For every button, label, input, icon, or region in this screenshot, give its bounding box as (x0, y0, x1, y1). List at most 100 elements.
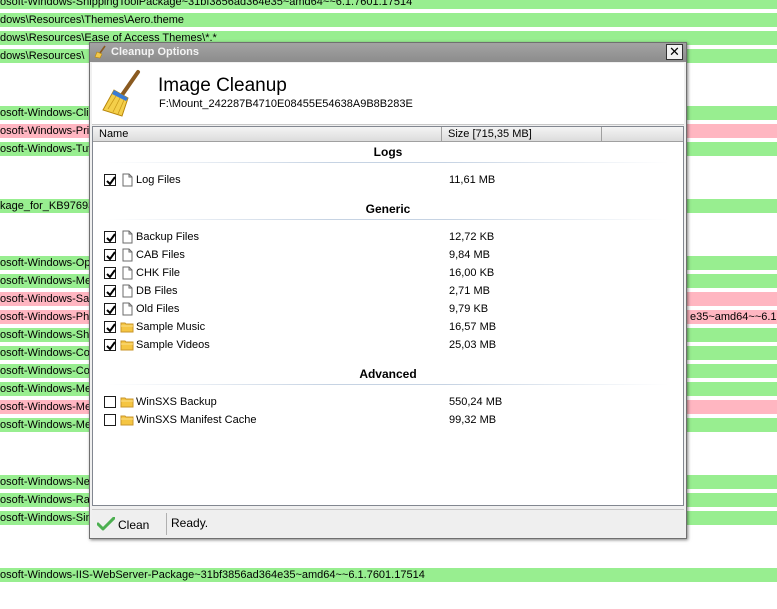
item-label: Log Files (136, 174, 181, 186)
item-checkbox[interactable] (104, 414, 116, 426)
item-checkbox[interactable] (104, 339, 116, 351)
folder-icon (120, 413, 134, 427)
list-item[interactable]: Log Files 11,61 MB (93, 171, 683, 189)
background-row[interactable]: osoft-Windows-IIS-WebServer-Package~31bf… (0, 568, 777, 582)
list-item[interactable]: DB Files 2,71 MB (93, 282, 683, 300)
group-divider (107, 219, 669, 220)
group-title: Advanced (359, 367, 417, 381)
group-title: Logs (373, 145, 403, 159)
close-button[interactable]: ✕ (666, 44, 683, 60)
item-label: Backup Files (136, 231, 199, 243)
background-row-text: dows\Resources\Themes\Aero.theme (0, 14, 185, 26)
background-row-text: osoft-Windows-IIS-WebServer-Package~31bf… (0, 569, 425, 581)
file-icon (120, 266, 134, 280)
item-checkbox[interactable] (104, 231, 116, 243)
background-row[interactable]: dows\Resources\Themes\Aero.theme (0, 13, 777, 27)
item-label: Sample Videos (136, 339, 210, 351)
background-row-text: osoft-Windows-Prin (0, 125, 96, 137)
background-row-text: osoft-Windows-Sim (0, 512, 95, 524)
item-label: Old Files (136, 303, 180, 315)
item-size: 9,84 MB (449, 249, 490, 261)
clean-button[interactable]: Clean (94, 513, 158, 535)
item-label: CHK File (136, 267, 181, 279)
status-text: Ready. (171, 516, 209, 530)
background-row[interactable]: osoft-Windows-SnippingToolPackage~31bf38… (0, 0, 777, 9)
title-bar[interactable]: Cleanup Options ✕ (90, 43, 686, 62)
file-icon (120, 284, 134, 298)
folder-icon (120, 320, 134, 334)
file-icon (120, 302, 134, 316)
background-row-text: osoft-Windows-Op (0, 257, 91, 269)
item-label: Sample Music (136, 321, 206, 333)
background-row-text: osoft-Windows-Co (0, 347, 90, 359)
background-row-text: osoft-Windows-Co (0, 365, 90, 377)
item-label: DB Files (136, 285, 178, 297)
background-row-text: osoft-Windows-Ra (0, 494, 90, 506)
background-row-text: osoft-Windows-Me (0, 383, 92, 395)
background-row-text: kage_for_KB97693 (0, 200, 95, 212)
column-size[interactable]: Size [715,35 MB] (442, 127, 602, 142)
item-checkbox[interactable] (104, 285, 116, 297)
status-bar: Clean Ready. (92, 509, 684, 537)
item-checkbox[interactable] (104, 396, 116, 408)
header-title: Image Cleanup (158, 75, 287, 96)
item-checkbox[interactable] (104, 174, 116, 186)
cleanup-list[interactable]: Name Size [715,35 MB] Logs Log Files 11,61… (92, 126, 684, 506)
background-row-text: osoft-Windows-Me (0, 401, 92, 413)
background-row-text: osoft-Windows-Clie (0, 107, 95, 119)
list-item[interactable]: Backup Files 12,72 KB (93, 228, 683, 246)
item-size: 550,24 MB (449, 396, 503, 408)
background-row-text: osoft-Windows-Tuf (0, 143, 92, 155)
mount-path: F:\Mount_242287B4710E08455E54638A9B8B283… (159, 98, 413, 110)
background-row-text: dows\Resources\ (0, 50, 85, 62)
list-item[interactable]: CAB Files 9,84 MB (93, 246, 683, 264)
item-size: 2,71 MB (449, 285, 490, 297)
item-size: 16,00 KB (449, 267, 495, 279)
background-row-text: osoft-Windows-Me (0, 419, 92, 431)
file-icon (120, 248, 134, 262)
column-name[interactable]: Name (93, 127, 442, 142)
item-size: 11,61 MB (449, 174, 496, 186)
item-label: WinSXS Backup (136, 396, 217, 408)
file-icon (120, 230, 134, 244)
background-row-text: osoft-Windows-Me (0, 275, 92, 287)
list-item[interactable]: WinSXS Backup 550,24 MB (93, 393, 683, 411)
cleanup-options-dialog: Cleanup Options ✕ Image Cleanup F:\Mount… (89, 42, 687, 539)
item-checkbox[interactable] (104, 249, 116, 261)
item-checkbox[interactable] (104, 321, 116, 333)
broom-icon (102, 70, 140, 117)
file-icon (120, 173, 134, 187)
list-item[interactable]: Sample Videos 25,03 MB (93, 336, 683, 354)
list-item[interactable]: Sample Music 16,57 MB (93, 318, 683, 336)
background-row-text: osoft-Windows-Pho (0, 311, 96, 323)
background-row-right-text: e35~amd64~~6.1. (690, 311, 777, 323)
item-checkbox[interactable] (104, 303, 116, 315)
item-size: 9,79 KB (449, 303, 489, 315)
dialog-title: Cleanup Options (111, 46, 199, 58)
group-divider (107, 162, 669, 163)
item-label: CAB Files (136, 249, 185, 261)
broom-icon (94, 45, 106, 59)
dialog-header: Image Cleanup F:\Mount_242287B4710E08455… (92, 63, 684, 125)
column-empty[interactable] (602, 127, 683, 142)
checkmark-icon (97, 517, 115, 531)
folder-icon (120, 395, 134, 409)
item-size: 25,03 MB (449, 339, 497, 351)
group-title: Generic (365, 202, 411, 216)
background-row-text: osoft-Windows-SnippingToolPackage~31bf38… (0, 0, 413, 8)
item-size: 16,57 MB (449, 321, 497, 333)
list-item[interactable]: CHK File 16,00 KB (93, 264, 683, 282)
group-divider (107, 384, 669, 385)
item-label: WinSXS Manifest Cache (136, 414, 257, 426)
item-checkbox[interactable] (104, 267, 116, 279)
close-icon: ✕ (669, 44, 680, 59)
item-size: 12,72 KB (449, 231, 495, 243)
list-item[interactable]: WinSXS Manifest Cache 99,32 MB (93, 411, 683, 429)
column-header: Name Size [715,35 MB] (93, 127, 683, 142)
background-row-text: osoft-Windows-Sho (0, 329, 96, 341)
folder-icon (120, 338, 134, 352)
divider (166, 513, 167, 535)
list-item[interactable]: Old Files 9,79 KB (93, 300, 683, 318)
background-row-text: osoft-Windows-Ne (0, 476, 90, 488)
item-size: 99,32 MB (449, 414, 497, 426)
